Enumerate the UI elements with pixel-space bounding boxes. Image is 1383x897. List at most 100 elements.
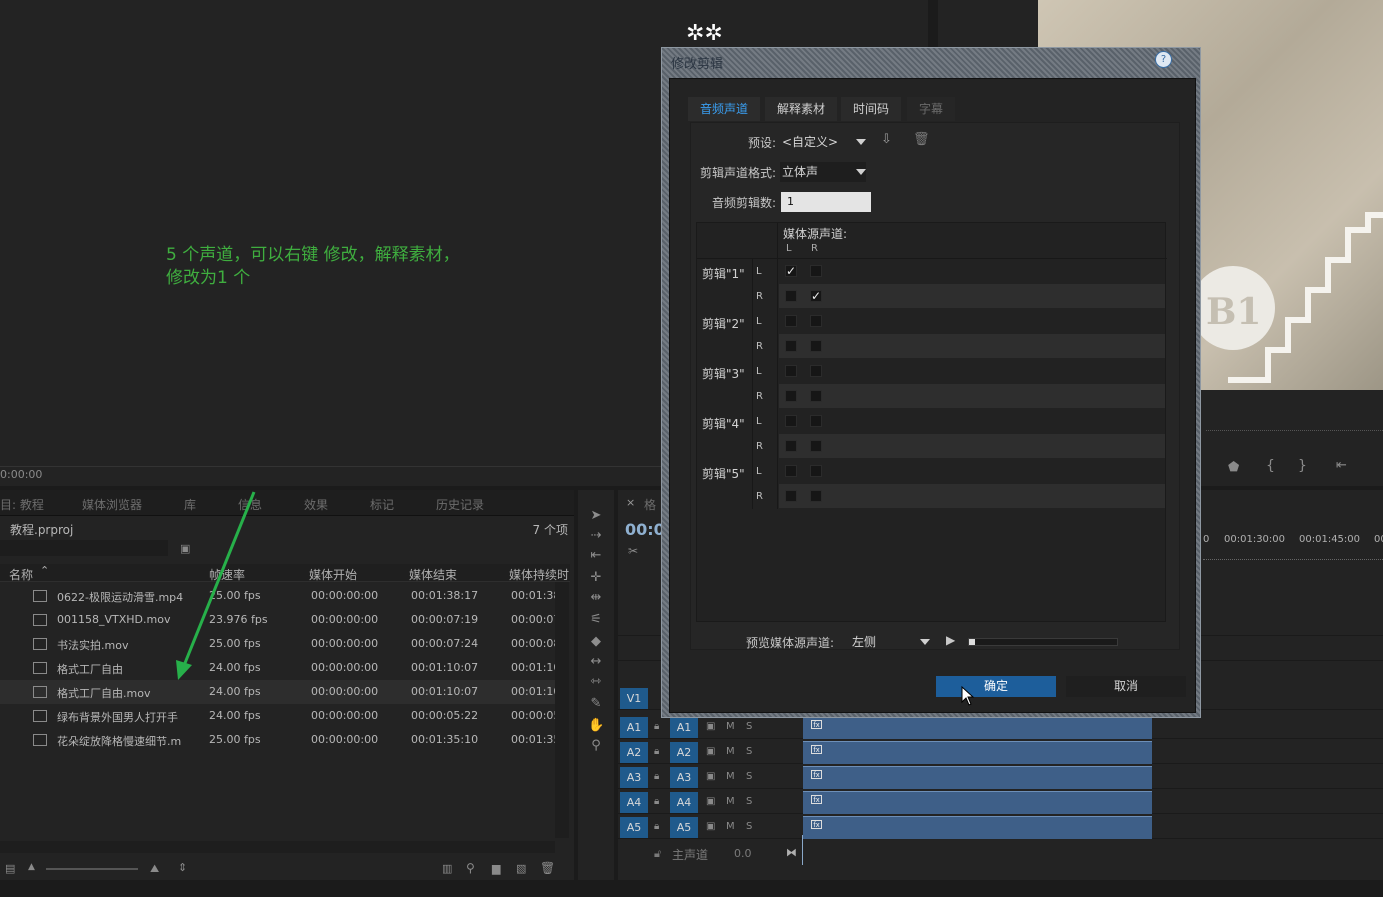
sync-icon[interactable]: ▣	[706, 771, 715, 782]
razor-icon[interactable]: ⚟	[588, 612, 604, 628]
go-to-end-icon[interactable]: ⧓	[786, 846, 797, 859]
track-target[interactable]: A4	[670, 792, 698, 813]
channel-checkbox[interactable]	[785, 465, 797, 477]
cancel-button[interactable]: 取消	[1066, 676, 1186, 697]
track-v1-target[interactable]: V1	[620, 688, 648, 709]
audio-clip[interactable]: fx	[803, 816, 1152, 839]
track-source-patch[interactable]: A2	[620, 742, 648, 763]
channel-row	[779, 334, 1165, 358]
track-target[interactable]: A2	[670, 742, 698, 763]
lock-icon[interactable]: 🔒︎	[654, 721, 659, 732]
clip-name: 剪辑"4"	[702, 417, 745, 431]
track-select-icon[interactable]: ⇢	[588, 528, 604, 544]
channel-checkbox[interactable]	[785, 415, 797, 427]
lock-icon[interactable]: 🔒︎	[654, 771, 659, 782]
audio-clip[interactable]: fx	[803, 716, 1152, 739]
mute-button[interactable]: M	[726, 746, 735, 757]
channel-checkbox[interactable]	[785, 290, 797, 302]
mute-button[interactable]: M	[726, 771, 735, 782]
pen-icon[interactable]: ⇿	[588, 674, 604, 690]
sync-icon[interactable]: ▣	[706, 721, 715, 732]
track-source-patch[interactable]: A3	[620, 767, 648, 788]
audio-clip[interactable]: fx	[803, 766, 1152, 789]
audio-clip[interactable]: fx	[803, 791, 1152, 814]
channel-checkbox[interactable]	[810, 365, 822, 377]
rolling-edit-icon[interactable]: ✛	[588, 570, 604, 586]
tab-captions[interactable]: 字幕	[907, 97, 956, 121]
pen-tool-icon[interactable]: ✎	[588, 696, 604, 712]
channel-checkbox[interactable]: ✓	[810, 290, 822, 302]
play-icon[interactable]: ▶	[946, 633, 955, 647]
help-icon[interactable]: ?	[1155, 51, 1172, 68]
track-source-patch[interactable]: A4	[620, 792, 648, 813]
zoom-icon[interactable]: ⚲	[588, 738, 604, 754]
master-value[interactable]: 0.0	[734, 847, 752, 860]
slide-icon[interactable]: ↔	[588, 654, 604, 670]
hand-icon[interactable]: ✋	[588, 718, 604, 734]
track-source-patch[interactable]: A1	[620, 717, 648, 738]
channel-side-label: L	[756, 366, 762, 377]
delete-preset-icon[interactable]: 🗑	[913, 132, 930, 147]
channel-checkbox[interactable]	[785, 440, 797, 452]
channel-checkbox[interactable]	[810, 490, 822, 502]
audio-clip[interactable]: fx	[803, 741, 1152, 764]
channel-side-label: R	[756, 491, 763, 502]
channel-checkbox[interactable]: ✓	[785, 265, 797, 277]
lock-icon[interactable]: 🔓︎	[654, 847, 661, 861]
ruler-tick-2: 00:01:45:00	[1299, 534, 1361, 545]
channel-checkbox[interactable]	[810, 265, 822, 277]
channel-checkbox[interactable]	[785, 365, 797, 377]
track-target[interactable]: A3	[670, 767, 698, 788]
lock-icon[interactable]: 🔒︎	[654, 821, 659, 832]
rate-stretch-icon[interactable]: ⇹	[588, 590, 604, 606]
channel-row	[779, 384, 1165, 408]
solo-button[interactable]: S	[746, 721, 752, 732]
channel-checkbox[interactable]	[785, 340, 797, 352]
channel-checkbox[interactable]	[785, 315, 797, 327]
sync-icon[interactable]: ▣	[706, 746, 715, 757]
format-dropdown[interactable]: 立体声	[780, 162, 866, 182]
channel-checkbox[interactable]	[810, 440, 822, 452]
snap-icon[interactable]: ✂	[628, 544, 638, 558]
mute-button[interactable]: M	[726, 821, 735, 832]
track-source-patch[interactable]: A5	[620, 817, 648, 838]
channel-checkbox[interactable]	[810, 390, 822, 402]
save-preset-icon[interactable]: ⇩	[881, 132, 892, 147]
clip-count-input[interactable]: 1	[781, 192, 871, 212]
lock-icon[interactable]: 🔒︎	[654, 796, 659, 807]
sequence-tab[interactable]: 格	[644, 496, 656, 513]
tab-interpret-footage[interactable]: 解释素材	[765, 97, 838, 121]
fx-badge: fx	[811, 720, 822, 729]
selection-tool-icon[interactable]: ➤	[588, 508, 604, 524]
ok-button[interactable]: 确定	[936, 676, 1056, 697]
channel-checkbox[interactable]	[785, 490, 797, 502]
channel-checkbox[interactable]	[785, 390, 797, 402]
close-icon[interactable]: ×	[626, 496, 635, 509]
mute-button[interactable]: M	[726, 721, 735, 732]
tab-audio-channels[interactable]: 音频声道	[688, 97, 761, 121]
solo-button[interactable]: S	[746, 796, 752, 807]
track-target[interactable]: A5	[670, 817, 698, 838]
slip-icon[interactable]: ◆	[588, 634, 604, 650]
timeline-timecode[interactable]: 00:0	[625, 520, 665, 539]
preview-dropdown[interactable]: 左侧	[850, 632, 930, 652]
sync-icon[interactable]: ▣	[706, 821, 715, 832]
solo-button[interactable]: S	[746, 771, 752, 782]
meter-knob[interactable]	[969, 639, 975, 645]
sync-icon[interactable]: ▣	[706, 796, 715, 807]
tab-timecode[interactable]: 时间码	[841, 97, 902, 121]
channel-checkbox[interactable]	[810, 340, 822, 352]
channel-checkbox[interactable]	[810, 315, 822, 327]
ripple-edit-icon[interactable]: ⇤	[588, 548, 604, 564]
solo-button[interactable]: S	[746, 746, 752, 757]
preset-dropdown[interactable]: <自定义>	[780, 132, 866, 152]
mouse-cursor-icon	[961, 686, 975, 706]
channel-checkbox[interactable]	[810, 415, 822, 427]
col-l-header: L	[786, 243, 792, 254]
track-target[interactable]: A1	[670, 717, 698, 738]
channel-checkbox[interactable]	[810, 465, 822, 477]
solo-button[interactable]: S	[746, 821, 752, 832]
lock-icon[interactable]: 🔒︎	[654, 746, 659, 757]
mute-button[interactable]: M	[726, 796, 735, 807]
channel-side-label: R	[756, 291, 763, 302]
